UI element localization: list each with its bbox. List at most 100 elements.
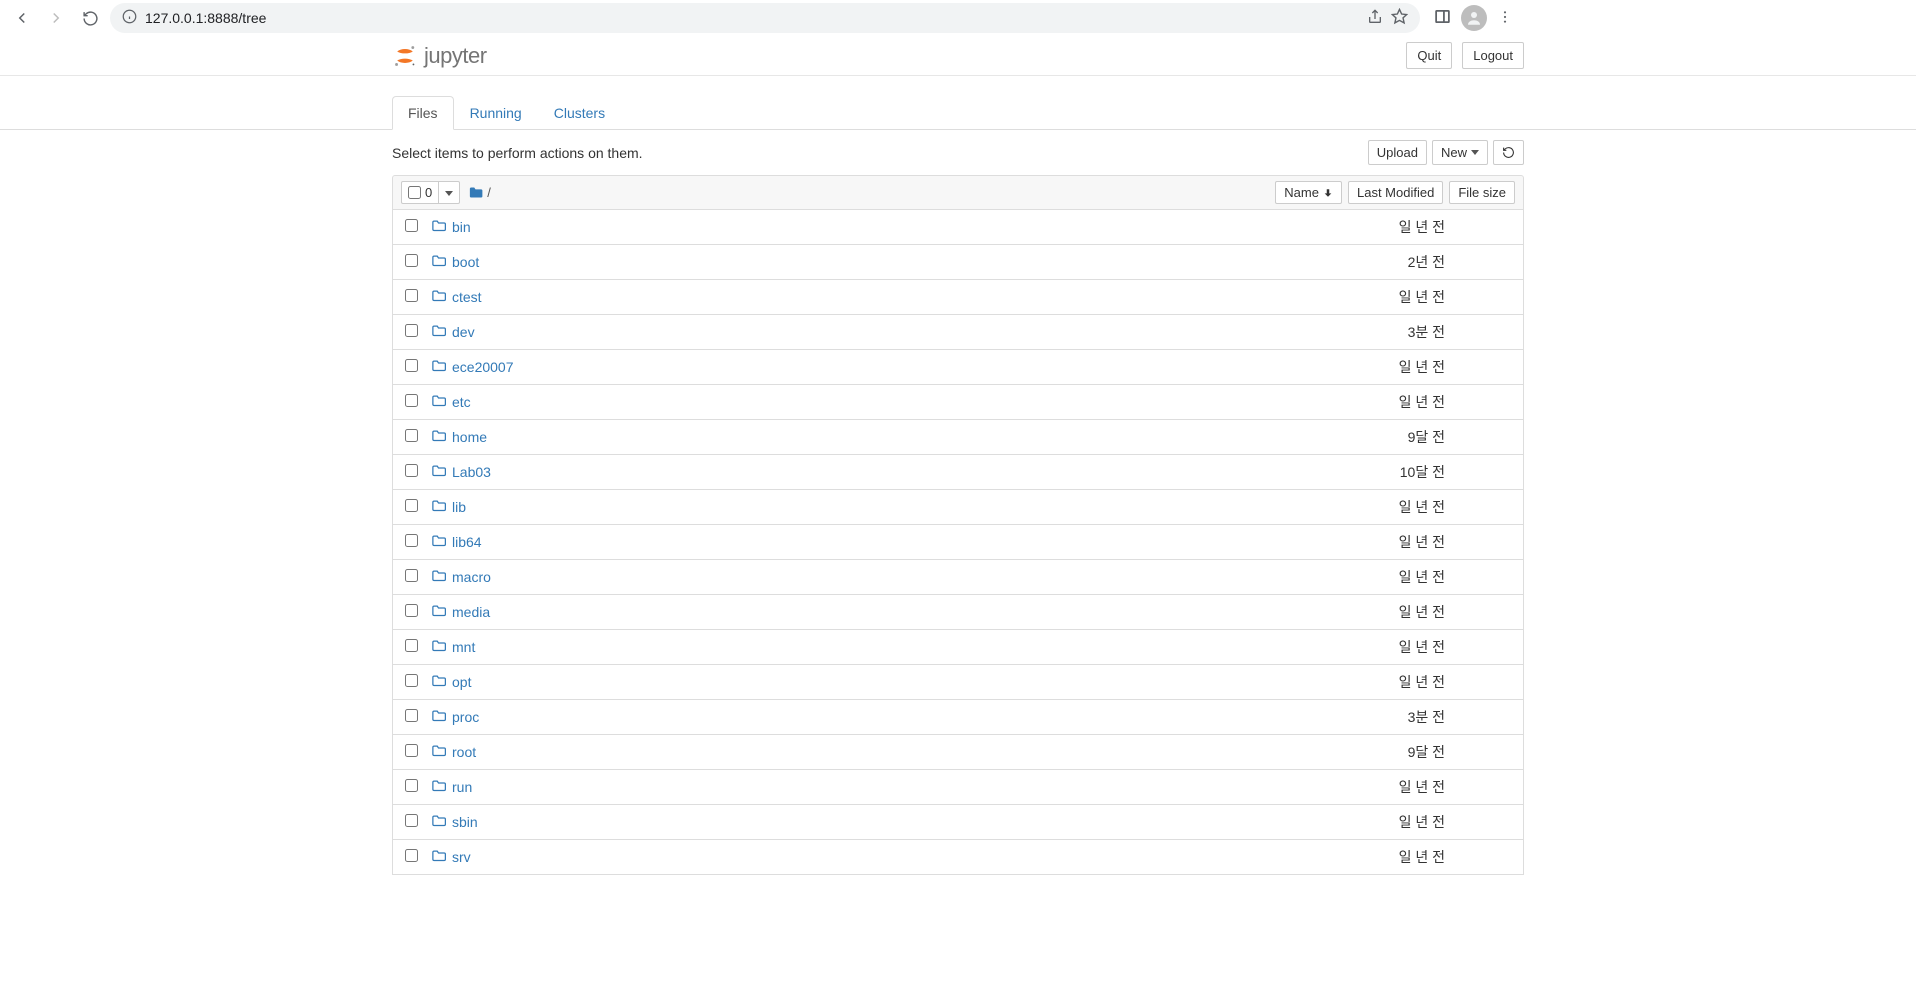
sort-size-button[interactable]: File size — [1449, 181, 1515, 204]
forward-button[interactable] — [42, 4, 70, 32]
file-modified: 일 년 전 — [1325, 217, 1445, 237]
file-modified: 3분 전 — [1325, 322, 1445, 342]
file-name-link[interactable]: lib64 — [452, 534, 482, 550]
file-name-link[interactable]: etc — [452, 394, 471, 410]
tab-files[interactable]: Files — [392, 96, 454, 130]
refresh-icon — [1502, 146, 1515, 159]
file-name-link[interactable]: sbin — [452, 814, 478, 830]
folder-icon — [431, 568, 446, 583]
row-checkbox[interactable] — [405, 254, 418, 267]
file-name-link[interactable]: ctest — [452, 289, 482, 305]
file-row: lib일 년 전 — [392, 490, 1524, 525]
file-name-link[interactable]: root — [452, 744, 476, 760]
folder-icon — [431, 253, 446, 268]
row-checkbox[interactable] — [405, 219, 418, 232]
row-checkbox[interactable] — [405, 674, 418, 687]
folder-icon — [431, 533, 446, 548]
file-name-link[interactable]: mnt — [452, 639, 475, 655]
file-name-link[interactable]: run — [452, 779, 472, 795]
folder-icon — [431, 638, 446, 653]
select-all-checkbox[interactable] — [408, 186, 421, 199]
site-info-icon[interactable] — [122, 9, 137, 27]
name-col-label: Name — [1284, 185, 1319, 200]
row-checkbox[interactable] — [405, 849, 418, 862]
file-name-link[interactable]: home — [452, 429, 487, 445]
file-name-link[interactable]: proc — [452, 709, 479, 725]
file-row: sbin일 년 전 — [392, 805, 1524, 840]
file-row: lib64일 년 전 — [392, 525, 1524, 560]
back-button[interactable] — [8, 4, 36, 32]
file-name-link[interactable]: macro — [452, 569, 491, 585]
row-checkbox[interactable] — [405, 604, 418, 617]
file-name-link[interactable]: ece20007 — [452, 359, 514, 375]
file-modified: 일 년 전 — [1325, 637, 1445, 657]
folder-icon — [431, 288, 446, 303]
new-button[interactable]: New — [1432, 140, 1488, 165]
row-checkbox[interactable] — [405, 429, 418, 442]
row-checkbox[interactable] — [405, 324, 418, 337]
file-row: proc3분 전 — [392, 700, 1524, 735]
file-name-link[interactable]: media — [452, 604, 490, 620]
file-row: macro일 년 전 — [392, 560, 1524, 595]
file-name-link[interactable]: lib — [452, 499, 466, 515]
sort-modified-button[interactable]: Last Modified — [1348, 181, 1443, 204]
bookmark-star-icon[interactable] — [1391, 8, 1408, 28]
list-header: 0 / Name Last Modified File size — [392, 175, 1524, 210]
kebab-menu-icon[interactable] — [1497, 9, 1513, 28]
address-bar[interactable]: 127.0.0.1:8888/tree — [110, 3, 1420, 33]
row-checkbox[interactable] — [405, 394, 418, 407]
file-name-link[interactable]: Lab03 — [452, 464, 491, 480]
row-checkbox[interactable] — [405, 569, 418, 582]
folder-icon — [431, 848, 446, 863]
upload-button[interactable]: Upload — [1368, 140, 1427, 165]
file-row: bin 일 년 전 — [392, 210, 1524, 245]
row-checkbox[interactable] — [405, 534, 418, 547]
file-row: home 9달 전 — [392, 420, 1524, 455]
selected-count: 0 — [425, 185, 432, 200]
row-checkbox[interactable] — [405, 359, 418, 372]
jupyter-header: jupyter Quit Logout — [0, 36, 1916, 76]
select-all-group[interactable]: 0 — [401, 181, 460, 204]
row-checkbox[interactable] — [405, 499, 418, 512]
refresh-button[interactable] — [1493, 140, 1524, 165]
sort-name-button[interactable]: Name — [1275, 181, 1342, 204]
file-name-link[interactable]: dev — [452, 324, 475, 340]
row-checkbox[interactable] — [405, 639, 418, 652]
file-row: Lab0310달 전 — [392, 455, 1524, 490]
select-menu-caret[interactable] — [438, 182, 459, 203]
file-name-link[interactable]: bin — [452, 219, 471, 235]
file-row: run 일 년 전 — [392, 770, 1524, 805]
row-checkbox[interactable] — [405, 744, 418, 757]
file-list: bin일 년 전boot2년 전ctest일 년 전dev3분 전ece2000… — [392, 210, 1524, 875]
file-row: dev 3분 전 — [392, 315, 1524, 350]
file-modified: 9달 전 — [1325, 427, 1445, 447]
tab-running[interactable]: Running — [454, 96, 538, 130]
share-icon[interactable] — [1367, 9, 1383, 28]
logout-button[interactable]: Logout — [1462, 42, 1524, 69]
file-row: media일 년 전 — [392, 595, 1524, 630]
file-modified: 일 년 전 — [1325, 777, 1445, 797]
file-row: etc일 년 전 — [392, 385, 1524, 420]
row-checkbox[interactable] — [405, 779, 418, 792]
folder-icon — [431, 778, 446, 793]
row-checkbox[interactable] — [405, 814, 418, 827]
folder-icon — [468, 185, 483, 200]
new-button-label: New — [1441, 145, 1467, 160]
tab-clusters[interactable]: Clusters — [538, 96, 621, 130]
file-row: opt일 년 전 — [392, 665, 1524, 700]
file-name-link[interactable]: boot — [452, 254, 479, 270]
panel-icon[interactable] — [1434, 8, 1451, 28]
file-name-link[interactable]: opt — [452, 674, 471, 690]
file-name-link[interactable]: srv — [452, 849, 471, 865]
row-checkbox[interactable] — [405, 289, 418, 302]
breadcrumb[interactable]: / — [468, 185, 491, 200]
reload-button[interactable] — [76, 4, 104, 32]
folder-icon — [431, 743, 446, 758]
profile-avatar[interactable] — [1461, 5, 1487, 31]
row-checkbox[interactable] — [405, 464, 418, 477]
quit-button[interactable]: Quit — [1406, 42, 1452, 69]
jupyter-logo[interactable]: jupyter — [392, 41, 487, 71]
caret-down-icon — [445, 191, 453, 196]
file-row: mnt 일 년 전 — [392, 630, 1524, 665]
row-checkbox[interactable] — [405, 709, 418, 722]
